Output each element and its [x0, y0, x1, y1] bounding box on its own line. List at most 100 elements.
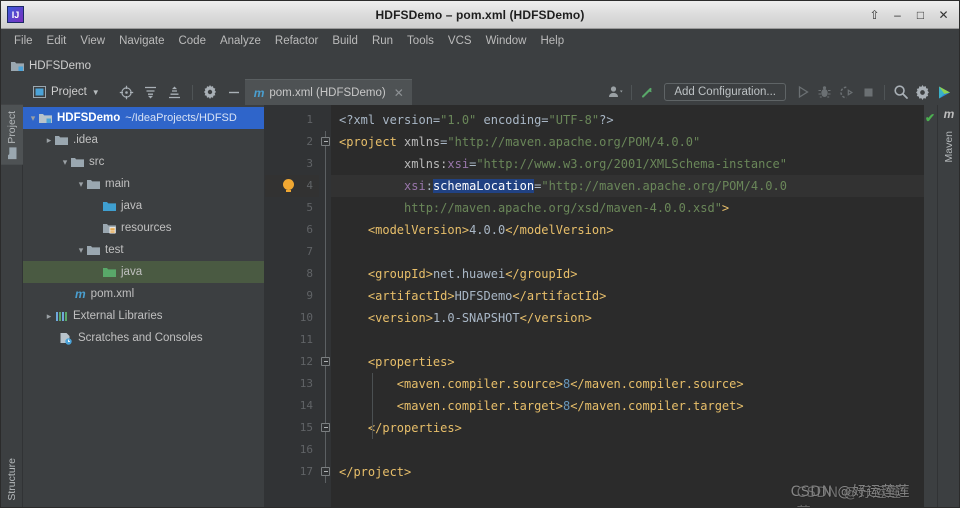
folder-icon: [71, 156, 84, 168]
breadcrumb[interactable]: HDFSDemo: [11, 60, 91, 72]
run-with-coverage-icon[interactable]: [836, 82, 857, 103]
close-icon[interactable]: ✕: [933, 5, 954, 25]
expand-all-icon[interactable]: [140, 81, 162, 103]
tree-row-resources[interactable]: resources: [23, 217, 264, 239]
chevron-collapsed-icon[interactable]: ▸: [43, 135, 55, 146]
fold-collapse-icon[interactable]: [321, 423, 330, 432]
search-everywhere-icon[interactable]: [890, 82, 911, 103]
tab-close-icon[interactable]: ✕: [394, 86, 404, 100]
line-number: 15: [299, 421, 313, 434]
sidebar-tab-structure[interactable]: Structure: [1, 452, 23, 507]
fold-row: [319, 263, 331, 285]
toolbar-divider: [191, 84, 193, 100]
chevron-down-icon: ▼: [91, 87, 100, 97]
menu-tools[interactable]: Tools: [400, 32, 441, 50]
line-number: 9: [306, 289, 313, 302]
menu-run[interactable]: Run: [365, 32, 400, 50]
watermark: CSDN @好运莲莲 CSDN @好运莲莲: [791, 481, 910, 507]
sidebar-tab-maven[interactable]: Maven: [938, 125, 960, 169]
tree-row-main[interactable]: ▾ main: [23, 173, 264, 195]
project-view-selector[interactable]: Project ▼: [23, 79, 108, 105]
settings-gear-icon[interactable]: [199, 81, 221, 103]
editor-selection: schemaLocation: [432, 179, 535, 193]
tree-row-scratches[interactable]: Scratches and Consoles: [23, 327, 264, 349]
fold-row: [319, 461, 331, 483]
toolbar-row: Project ▼ m pom.xml (HDFSDemo) ✕ Add Con…: [1, 79, 959, 105]
editor-tab-label: pom.xml (HDFSDemo): [269, 86, 386, 99]
collapse-all-icon[interactable]: [164, 81, 186, 103]
fold-row: [319, 131, 331, 153]
folder-icon: [87, 178, 100, 190]
line-number: 3: [306, 157, 313, 170]
tree-label-external-libraries: External Libraries: [73, 310, 163, 322]
tree-row-idea[interactable]: ▸ .idea: [23, 129, 264, 151]
debug-icon[interactable]: [814, 82, 835, 103]
sidebar-tab-project-label: Project: [6, 111, 18, 144]
restore-up-icon[interactable]: ⇧: [864, 5, 885, 25]
inspection-marker-bar[interactable]: ✔: [924, 105, 937, 507]
chevron-collapsed-icon[interactable]: ▸: [43, 311, 55, 322]
main-toolbar-actions: Add Configuration...: [605, 79, 959, 105]
menu-window[interactable]: Window: [479, 32, 534, 50]
scratches-icon: [59, 332, 73, 345]
stop-icon[interactable]: [858, 82, 879, 103]
tree-row-external-libraries[interactable]: ▸ External Libraries: [23, 305, 264, 327]
fold-row: [319, 417, 331, 439]
tree-row-src[interactable]: ▾ src: [23, 151, 264, 173]
sidebar-tab-structure-label: Structure: [6, 458, 18, 501]
chevron-expanded-icon[interactable]: ▾: [27, 113, 39, 124]
project-tool-window: ▾ HDFSDemo ~/IdeaProjects/HDFSD ▸ .idea: [23, 105, 265, 507]
hide-panel-icon[interactable]: [223, 81, 245, 103]
code-content[interactable]: <?xml version="1.0" encoding="UTF-8"?> <…: [331, 105, 924, 507]
editor-tab-pom-xml[interactable]: m pom.xml (HDFSDemo) ✕: [244, 79, 412, 105]
run-configuration-selector[interactable]: Add Configuration...: [664, 83, 786, 101]
tree-row-test-java[interactable]: java: [23, 261, 264, 283]
code-line-2: <project xmlns="http://maven.apache.org/…: [339, 135, 701, 149]
chevron-expanded-icon[interactable]: ▾: [75, 245, 87, 256]
menu-file[interactable]: File: [7, 32, 40, 50]
menu-vcs[interactable]: VCS: [441, 32, 479, 50]
tree-row-test[interactable]: ▾ test: [23, 239, 264, 261]
tree-label-main: main: [105, 178, 130, 190]
fold-row: [319, 439, 331, 461]
maximize-icon[interactable]: □: [910, 5, 931, 25]
fold-row: [319, 395, 331, 417]
toolbar-divider-3: [884, 84, 885, 100]
menu-edit[interactable]: Edit: [40, 32, 74, 50]
run-icon[interactable]: [792, 82, 813, 103]
settings-icon[interactable]: [912, 82, 933, 103]
line-number: 1: [306, 113, 313, 126]
chevron-expanded-icon[interactable]: ▾: [59, 157, 71, 168]
fold-collapse-icon[interactable]: [321, 137, 330, 146]
module-folder-icon: [11, 60, 24, 72]
line-number: 12: [299, 355, 313, 368]
chevron-expanded-icon[interactable]: ▾: [75, 179, 87, 190]
fold-collapse-icon[interactable]: [321, 357, 330, 366]
code-line-13: <maven.compiler.source>8</maven.compiler…: [396, 377, 744, 391]
menu-view[interactable]: View: [73, 32, 112, 50]
code-line-8: <groupId>net.huawei</groupId>: [367, 267, 578, 281]
locate-target-icon[interactable]: [116, 81, 138, 103]
line-number: 6: [306, 223, 313, 236]
sidebar-tab-project[interactable]: Project: [1, 105, 23, 165]
folder-icon: [55, 134, 68, 146]
line-number: 2: [306, 135, 313, 148]
menu-build[interactable]: Build: [325, 32, 365, 50]
tree-row-pom-xml[interactable]: m pom.xml: [23, 283, 264, 305]
fold-collapse-icon[interactable]: [321, 467, 330, 476]
minimize-icon[interactable]: –: [887, 5, 908, 25]
intention-bulb-icon[interactable]: [283, 179, 294, 192]
tree-row-hdfsdemo[interactable]: ▾ HDFSDemo ~/IdeaProjects/HDFSD: [23, 107, 264, 129]
ide-window: IJ HDFSDemo – pom.xml (HDFSDemo) ⇧ – □ ✕…: [0, 0, 960, 508]
user-avatar-icon[interactable]: [605, 82, 626, 103]
ide-helper-icon[interactable]: [934, 82, 955, 103]
menu-refactor[interactable]: Refactor: [268, 32, 325, 50]
menu-navigate[interactable]: Navigate: [112, 32, 171, 50]
menu-analyze[interactable]: Analyze: [213, 32, 268, 50]
update-project-icon[interactable]: [637, 82, 658, 103]
menu-help[interactable]: Help: [533, 32, 571, 50]
tree-label-test: test: [105, 244, 124, 256]
menu-code[interactable]: Code: [171, 32, 213, 50]
tree-row-main-java[interactable]: java: [23, 195, 264, 217]
code-line-14: <maven.compiler.target>8</maven.compiler…: [396, 399, 744, 413]
